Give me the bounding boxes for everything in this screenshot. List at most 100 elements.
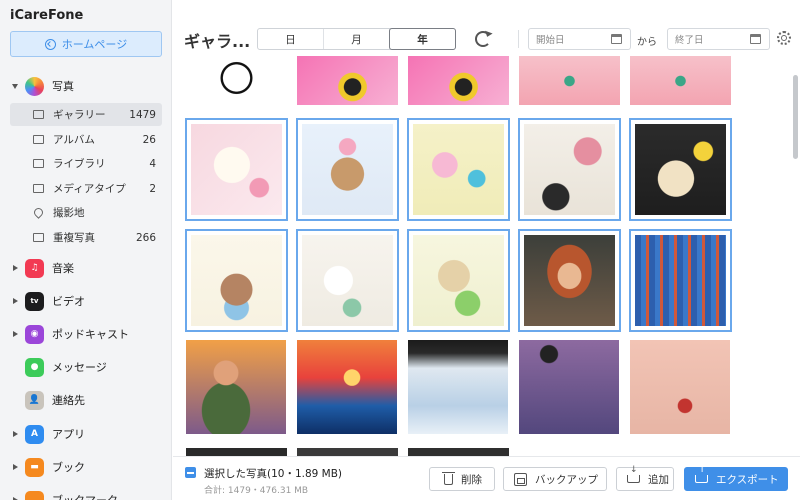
video-icon — [33, 184, 44, 193]
sidebar-item-media-type[interactable]: メディアタイプ 2 — [10, 177, 162, 200]
location-pin-icon — [32, 206, 45, 219]
sidebar-cat-label: 連絡先 — [52, 394, 85, 407]
expand-arrow-icon[interactable] — [13, 331, 18, 337]
photo-thumbnail[interactable] — [407, 229, 510, 332]
sidebar-item-gallery[interactable]: ギャラリー 1479 — [10, 103, 162, 126]
photo-thumbnail[interactable] — [519, 56, 620, 105]
photo-thumbnail[interactable] — [186, 448, 287, 456]
music-icon: ♫ — [25, 258, 44, 278]
photo-thumbnail[interactable] — [629, 229, 732, 332]
end-date-field[interactable]: 終了日 — [667, 28, 770, 50]
photo-thumbnail[interactable] — [296, 118, 399, 221]
start-date-placeholder: 開始日 — [536, 35, 565, 46]
expand-arrow-icon[interactable] — [13, 464, 18, 470]
backup-button[interactable]: バックアップ — [503, 467, 607, 491]
view-segmented-control: 日 月 年 — [257, 28, 456, 50]
sidebar-cat-label: アプリ — [52, 428, 85, 441]
trash-icon — [442, 471, 455, 485]
sidebar-item-label: アルバム — [53, 134, 95, 146]
album-icon — [33, 135, 44, 144]
sidebar-item-duplicates[interactable]: 重複写真 266 — [10, 226, 162, 249]
gear-icon[interactable] — [777, 31, 791, 45]
total-summary: 合計: 1479・476.31 MB — [204, 486, 309, 496]
photo-thumbnail[interactable] — [185, 229, 288, 332]
home-button[interactable]: ホームページ — [10, 31, 162, 57]
photo-thumbnail[interactable] — [629, 118, 732, 221]
sidebar-item-count: 2 — [149, 182, 156, 195]
sidebar-item-count: 266 — [135, 231, 156, 244]
calendar-icon[interactable] — [750, 34, 761, 44]
photo-thumbnail[interactable] — [408, 56, 509, 105]
photo-thumbnail[interactable] — [297, 340, 397, 434]
tab-day[interactable]: 日 — [258, 29, 324, 49]
sidebar-cat-label: ビデオ — [52, 295, 85, 308]
bookmark-icon — [25, 490, 44, 500]
back-arrow-icon — [44, 38, 56, 50]
calendar-icon[interactable] — [611, 34, 622, 44]
add-button[interactable]: 追加 — [616, 465, 674, 491]
end-date-placeholder: 終了日 — [675, 35, 704, 46]
photo-thumbnail[interactable] — [296, 229, 399, 332]
duplicate-icon — [33, 233, 44, 242]
photo-thumbnail[interactable] — [518, 229, 621, 332]
sidebar-cat-photos[interactable]: 写真 — [0, 72, 172, 100]
podcast-icon: ◉ — [25, 324, 44, 344]
divider — [518, 30, 519, 48]
import-icon — [627, 465, 640, 483]
photo-thumbnail[interactable] — [518, 118, 621, 221]
scrollbar-thumb[interactable] — [793, 75, 798, 159]
photo-thumbnail[interactable] — [186, 56, 287, 105]
sidebar-cat-podcasts[interactable]: ◉ ポッドキャスト — [0, 320, 172, 348]
appstore-icon: A — [25, 424, 44, 444]
delete-button[interactable]: 削除 — [429, 467, 495, 491]
sidebar-item-label: 重複写真 — [53, 232, 95, 244]
sidebar-item-label: 撮影地 — [53, 207, 85, 219]
sidebar-cat-label: ポッドキャスト — [52, 328, 129, 341]
photo-thumbnail[interactable] — [407, 118, 510, 221]
date-range-separator: から — [637, 37, 657, 48]
tab-year[interactable]: 年 — [389, 28, 456, 50]
books-icon: ▬ — [25, 457, 44, 477]
sidebar-item-albums[interactable]: アルバム 26 — [10, 128, 162, 151]
sidebar-cat-label: メッセージ — [52, 361, 107, 374]
library-icon — [33, 159, 44, 168]
tab-month[interactable]: 月 — [324, 29, 390, 49]
sidebar-cat-books[interactable]: ▬ ブック — [0, 453, 172, 481]
sidebar-item-label: メディアタイプ — [53, 183, 126, 195]
sidebar-cat-contacts[interactable]: 👤 連絡先 — [0, 386, 172, 414]
expand-arrow-icon[interactable] — [13, 265, 18, 271]
photo-thumbnail[interactable] — [297, 448, 398, 456]
photo-thumbnail[interactable] — [630, 340, 730, 434]
sidebar-item-label: ギャラリー — [53, 109, 106, 121]
sidebar-cat-music[interactable]: ♫ 音楽 — [0, 254, 172, 282]
photo-thumbnail[interactable] — [408, 340, 508, 434]
sidebar-cat-video[interactable]: tv ビデオ — [0, 287, 172, 315]
expand-arrow-icon[interactable] — [13, 431, 18, 437]
export-label: エクスポート — [716, 473, 779, 486]
export-button[interactable]: エクスポート — [684, 464, 788, 491]
contacts-icon: 👤 — [25, 390, 44, 410]
expand-arrow-icon[interactable] — [12, 83, 18, 89]
sidebar-cat-messages[interactable]: ● メッセージ — [0, 353, 172, 381]
photo-thumbnail[interactable] — [297, 56, 398, 105]
sidebar-item-count: 26 — [142, 133, 156, 146]
photo-thumbnail[interactable] — [186, 340, 286, 434]
select-all-checkbox[interactable] — [185, 467, 196, 478]
photo-thumbnail[interactable] — [519, 340, 619, 434]
expand-arrow-icon[interactable] — [13, 298, 18, 304]
save-icon — [514, 472, 527, 486]
sidebar-cat-label: 音楽 — [52, 262, 74, 275]
photo-thumbnail[interactable] — [185, 118, 288, 221]
photo-thumbnail[interactable] — [408, 448, 509, 456]
sidebar-cat-apps[interactable]: A アプリ — [0, 420, 172, 448]
sidebar-cat-bookmarks[interactable]: ブックマーク — [0, 486, 172, 500]
add-label: 追加 — [648, 473, 669, 486]
refresh-icon[interactable] — [475, 31, 491, 47]
photo-thumbnail[interactable] — [630, 56, 731, 105]
sidebar-item-library[interactable]: ライブラリ 4 — [10, 152, 162, 175]
sidebar-item-places[interactable]: 撮影地 — [10, 201, 162, 224]
start-date-field[interactable]: 開始日 — [528, 28, 631, 50]
app-title: iCareFone — [10, 8, 84, 23]
image-icon — [33, 110, 44, 119]
photo-grid — [173, 56, 791, 456]
